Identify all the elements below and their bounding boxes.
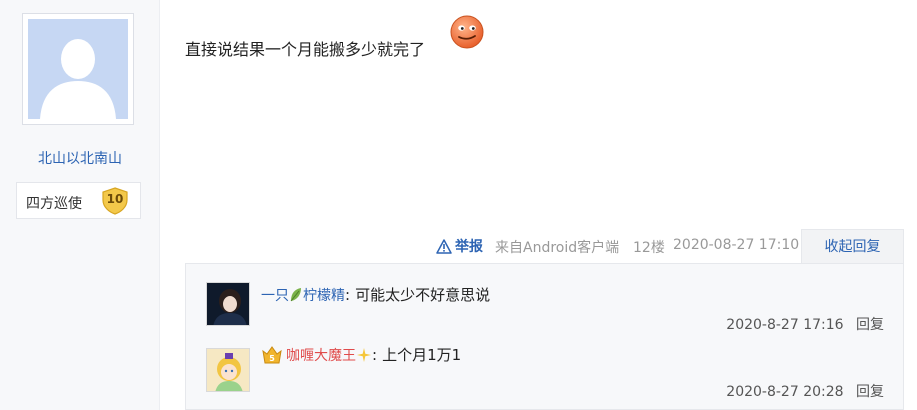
reply-username[interactable]: 咖喱大魔王 — [286, 345, 356, 365]
user-panel: 北山以北南山 四方巡使 10 — [0, 0, 160, 410]
avatar[interactable] — [206, 282, 250, 326]
reply-meta: 2020-8-27 20:28 回复 — [726, 381, 884, 401]
level-title: 四方巡使 — [26, 196, 82, 212]
post-timestamp: 2020-08-27 17:10 — [673, 237, 800, 253]
avatar[interactable] — [206, 348, 250, 392]
leaf-icon — [290, 287, 301, 301]
reply-list: 一只 柠檬精 : 可能太少不好意思说 2020-8-27 17:16 回复 5 … — [185, 263, 904, 410]
client-source: 来自Android客户端 — [495, 240, 620, 256]
avatar[interactable] — [22, 13, 134, 125]
reply-separator: : — [372, 345, 378, 364]
reply-button[interactable]: 回复 — [856, 317, 884, 333]
collapse-replies-button[interactable]: 收起回复 — [801, 229, 904, 264]
reply-timestamp: 2020-8-27 17:16 — [726, 317, 844, 333]
level-badge[interactable]: 四方巡使 10 — [16, 182, 141, 219]
level-number: 10 — [106, 192, 124, 206]
emoji-face-icon — [450, 15, 484, 49]
list-item: 5 咖喱大魔王 : 上个月1万1 2020-8-27 20:28 回复 — [186, 334, 903, 404]
reply-button[interactable]: 回复 — [856, 384, 884, 400]
vip-badge-icon: 5 — [262, 345, 282, 363]
reply-text: 可能太少不好意思说 — [355, 286, 491, 304]
svg-text:5: 5 — [269, 354, 275, 363]
report-label: 举报 — [455, 239, 483, 255]
username-link[interactable]: 北山以北南山 — [0, 148, 160, 168]
reply-line: 5 咖喱大魔王 : 上个月1万1 — [261, 344, 461, 365]
reply-timestamp: 2020-8-27 20:28 — [726, 384, 844, 400]
floor-number: 12楼 — [633, 240, 665, 256]
default-avatar-icon — [28, 19, 128, 119]
reply-meta: 2020-8-27 17:16 回复 — [726, 314, 884, 334]
report-button[interactable]: 举报 — [436, 237, 483, 255]
reply-username[interactable]: 一只 — [261, 285, 289, 305]
list-item: 一只 柠檬精 : 可能太少不好意思说 2020-8-27 17:16 回复 — [186, 264, 903, 334]
post-content: 直接说结果一个月能搬多少就完了 — [185, 40, 426, 59]
reply-text: 上个月1万1 — [382, 346, 462, 364]
reply-username-suffix[interactable]: 柠檬精 — [303, 285, 345, 305]
reply-line: 一只 柠檬精 : 可能太少不好意思说 — [261, 284, 490, 305]
sparkle-icon — [357, 347, 371, 362]
reply-separator: : — [345, 285, 351, 304]
warning-icon — [436, 238, 452, 254]
